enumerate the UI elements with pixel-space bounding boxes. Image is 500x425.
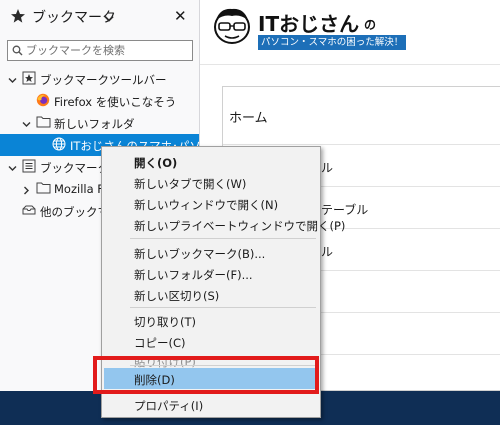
list-item[interactable]: ホーム: [223, 87, 500, 145]
header-divider: [200, 64, 500, 65]
bookmark-search-input[interactable]: [26, 41, 186, 60]
folder-icon: [36, 115, 51, 131]
menu-item-copy[interactable]: コピー(C): [104, 331, 318, 352]
bookmark-context-menu: 開く(O) 新しいタブで開く(W) 新しいウィンドウで開く(N) 新しいプライベ…: [101, 146, 345, 418]
menu-item-open-new-tab[interactable]: 新しいタブで開く(W): [104, 172, 318, 193]
sidebar-header: ブックマーク ✕: [0, 0, 200, 32]
star-folder-icon: [22, 71, 36, 88]
list-item-label: ホーム: [229, 111, 268, 126]
menu-separator: [130, 307, 316, 308]
logo-title: ITおじさん: [258, 12, 360, 36]
chevron-down-icon[interactable]: [22, 118, 31, 132]
menu-item-new-separator[interactable]: 新しい区切り(S): [104, 284, 318, 305]
menu-item-delete[interactable]: 削除(D): [104, 368, 318, 389]
close-sidebar-button[interactable]: ✕: [174, 7, 187, 25]
folder-icon: [36, 181, 51, 197]
site-logo[interactable]: ITおじさん の パソコン・スマホの困った解決！: [210, 6, 500, 50]
menu-folder-icon: [22, 159, 36, 176]
list-item-label: テーブル: [321, 203, 369, 217]
tree-item-label: Mozilla Fi: [54, 182, 107, 196]
search-icon: [12, 45, 23, 59]
menu-item-new-bookmark[interactable]: 新しいブックマーク(B)...: [104, 242, 318, 263]
star-icon: [10, 8, 26, 27]
tree-item-label: ブックマークツールバー: [40, 73, 167, 87]
tree-item-bookmarks-toolbar[interactable]: ブックマークツールバー: [0, 68, 199, 90]
other-bookmarks-icon: [22, 203, 36, 220]
tree-item-label: 新しいフォルダ: [54, 117, 135, 131]
mascot-face-icon: [210, 6, 254, 49]
globe-icon: [52, 137, 66, 154]
menu-item-new-folder[interactable]: 新しいフォルダー(F)...: [104, 263, 318, 284]
chevron-down-icon[interactable]: [8, 74, 17, 88]
chevron-right-icon[interactable]: [22, 184, 31, 198]
tree-item-firefox[interactable]: Firefox を使いこなそう: [0, 90, 199, 112]
menu-item-open-new-window[interactable]: 新しいウィンドウで開く(N): [104, 193, 318, 214]
menu-item-open-private-window[interactable]: 新しいプライベートウィンドウで開く(P): [104, 214, 345, 235]
menu-item-open[interactable]: 開く(O): [104, 151, 318, 172]
tree-item-new-folder[interactable]: 新しいフォルダ: [0, 112, 199, 134]
logo-subtitle: パソコン・スマホの困った解決！: [258, 35, 407, 50]
firefox-icon: [36, 93, 50, 110]
menu-item-properties[interactable]: プロパティ(I): [104, 394, 318, 415]
menu-separator: [130, 391, 316, 392]
menu-item-cut[interactable]: 切り取り(T): [104, 310, 318, 331]
chevron-down-icon[interactable]: [8, 162, 17, 176]
tree-item-label: Firefox を使いこなそう: [54, 95, 177, 109]
bookmark-search-box[interactable]: [7, 40, 193, 61]
logo-particle: の: [364, 18, 377, 32]
menu-separator: [130, 365, 316, 366]
chevron-down-icon[interactable]: [104, 12, 114, 26]
menu-separator: [130, 238, 316, 239]
